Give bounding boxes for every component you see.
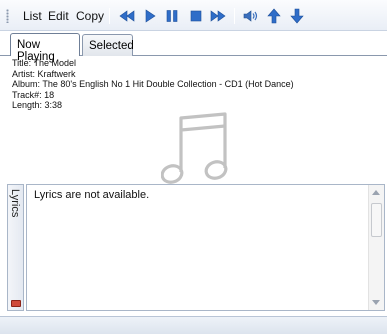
track-length: Length: 3:38 — [12, 100, 63, 110]
menu-edit[interactable]: Edit — [48, 9, 69, 23]
status-bar — [0, 316, 387, 334]
tab-strip: Now Playing Selected — [0, 31, 387, 63]
play-icon — [145, 9, 156, 23]
collapse-lyrics-button[interactable] — [11, 300, 21, 307]
lyrics-panel[interactable]: Lyrics are not available. — [26, 184, 385, 311]
toolbar-separator — [109, 8, 110, 24]
track-number: Track#: 18 — [12, 89, 55, 100]
tab-selected[interactable]: Selected — [82, 34, 134, 56]
fast-forward-button[interactable] — [210, 8, 226, 24]
track-album: Album: The 80's English No 1 Hit Double … — [12, 79, 294, 89]
pause-icon — [166, 10, 178, 22]
lyrics-scrollbar[interactable] — [368, 185, 384, 310]
track-info: Title: The Model Artist: Kraftwerk Album… — [12, 58, 294, 111]
pause-button[interactable] — [164, 8, 180, 24]
volume-icon — [243, 10, 258, 22]
menu-copy[interactable]: Copy — [76, 9, 104, 23]
arrow-down-icon — [290, 8, 304, 24]
play-button[interactable] — [142, 8, 158, 24]
fast-forward-icon — [210, 10, 226, 22]
scroll-down-arrow-icon[interactable] — [372, 300, 380, 305]
lyrics-side-tab[interactable]: Lyrics — [7, 184, 24, 311]
volume-button[interactable] — [243, 8, 259, 24]
toolbar: List Edit Copy — [0, 0, 387, 31]
tab-now-playing[interactable]: Now Playing — [10, 33, 80, 63]
lyrics-text: Lyrics are not available. — [34, 189, 150, 201]
scroll-thumb[interactable] — [371, 203, 382, 237]
stop-button[interactable] — [188, 8, 204, 24]
scroll-up-arrow-icon[interactable] — [372, 190, 380, 195]
move-down-button[interactable] — [289, 8, 305, 24]
menu-list[interactable]: List — [23, 9, 42, 23]
rewind-button[interactable] — [119, 8, 135, 24]
track-title: Title: The Model — [12, 58, 77, 68]
stop-icon — [190, 10, 202, 22]
move-up-button[interactable] — [266, 8, 282, 24]
rewind-icon — [119, 10, 135, 22]
arrow-up-icon — [267, 8, 281, 24]
toolbar-grip[interactable] — [6, 9, 9, 23]
track-artist: Artist: Kraftwerk — [12, 68, 76, 79]
toolbar-separator — [234, 8, 235, 24]
music-note-icon — [161, 112, 228, 184]
lyrics-side-label: Lyrics — [9, 189, 21, 218]
